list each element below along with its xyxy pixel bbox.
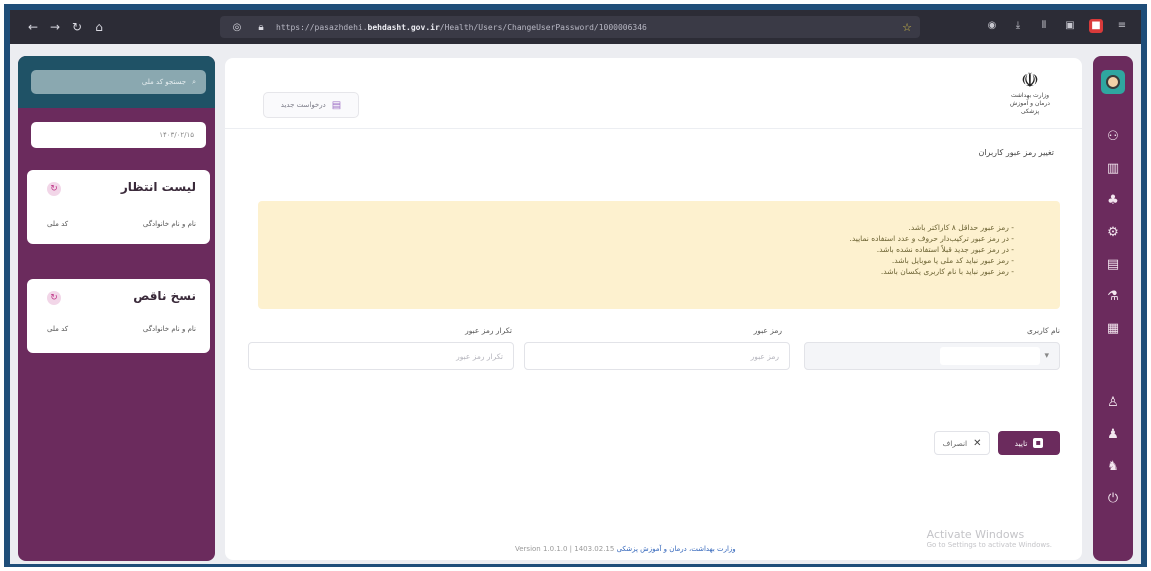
- power-icon[interactable]: ⏻: [1103, 492, 1123, 505]
- address-bar[interactable]: ◎ 🔒︎ https://pasazhdehi.behdasht.gov.ir/…: [220, 16, 920, 38]
- user-key-icon[interactable]: ♟: [1103, 428, 1123, 441]
- avatar[interactable]: [1101, 70, 1125, 94]
- ministry-logo: ☫ وزارت بهداشت درمان و آموزش پزشکی: [1000, 68, 1060, 116]
- user-group-icon[interactable]: ♞: [1103, 460, 1123, 473]
- rule-item: رمز عبور نباید با نام کاربری یکسان باشد.: [258, 266, 1014, 277]
- settings-icon[interactable]: ⚙: [1103, 226, 1123, 239]
- save-icon: ▪: [1033, 438, 1044, 448]
- activate-windows-watermark: Activate Windows Go to Settings to activ…: [927, 528, 1052, 549]
- password-label: رمز عبور: [753, 326, 782, 335]
- building-icon[interactable]: ▥: [1103, 162, 1123, 175]
- close-icon: ✕: [973, 437, 982, 449]
- users-icon[interactable]: ♣: [1103, 194, 1123, 207]
- search-placeholder: جستجو کد ملی: [141, 78, 187, 86]
- lock-icon[interactable]: 🔒︎: [252, 22, 270, 33]
- extension-icon[interactable]: ■: [1089, 19, 1103, 33]
- rule-item: رمز عبور حداقل ۸ کاراکتر باشد.: [258, 222, 1014, 233]
- extensions-bar: ◉ ⤓ ⫴ ▣ ■ ≡: [985, 19, 1129, 33]
- iran-emblem-icon: ☫: [1021, 68, 1039, 92]
- download-icon[interactable]: ⤓: [1011, 19, 1025, 33]
- chevron-down-icon: ▾: [1044, 351, 1049, 361]
- reload-icon[interactable]: ↻: [68, 20, 86, 34]
- column-national-code: کد ملی: [47, 325, 69, 333]
- cancel-label: انصراف: [942, 438, 968, 448]
- report-icon[interactable]: ▦: [1103, 322, 1123, 335]
- username-select-value: [940, 347, 1041, 365]
- confirm-button[interactable]: ▪ تایید: [998, 431, 1060, 455]
- footer-link[interactable]: وزارت بهداشت، درمان و آموزش پزشکی: [617, 545, 736, 553]
- back-icon[interactable]: ←: [24, 20, 42, 34]
- column-name: نام و نام خانوادگی: [142, 325, 196, 333]
- logo-line-2: درمان و آموزش پزشکی: [1010, 100, 1050, 115]
- right-navigation: ⚇ ▥ ♣ ⚙ ▤ ⚗ ▦ ♙ ♟ ♞ ⏻: [1093, 56, 1133, 561]
- password-placeholder: رمز عبور: [750, 351, 779, 361]
- footer-version: Version 1.0.1.0 | 1403.02.15: [515, 545, 615, 553]
- header-divider: [225, 128, 1082, 129]
- column-name: نام و نام خانوادگی: [142, 220, 196, 228]
- refresh-icon[interactable]: ↻: [47, 182, 61, 196]
- rule-item: در رمز عبور ترکیب‌دار حروف و عدد استفاده…: [258, 233, 1014, 244]
- home-icon[interactable]: ⌂: [90, 20, 108, 34]
- document-icon: ▤: [331, 99, 342, 111]
- library-icon[interactable]: ⫴: [1037, 19, 1051, 33]
- pocket-icon[interactable]: ◉: [985, 19, 999, 33]
- forward-icon[interactable]: →: [46, 20, 64, 34]
- page-title: تغییر رمز عبور کاربران: [978, 148, 1054, 157]
- new-request-label: درخواست جدید: [280, 101, 326, 109]
- password-input[interactable]: رمز عبور: [524, 342, 790, 370]
- rule-item: رمز عبور نباید کد ملی یا موبایل باشد.: [258, 255, 1014, 266]
- column-national-code: کد ملی: [47, 220, 69, 228]
- footer: Version 1.0.1.0 | 1403.02.15 وزارت بهداش…: [515, 545, 736, 553]
- shield-icon[interactable]: ◎: [228, 22, 246, 33]
- watermark-subtitle: Go to Settings to activate Windows.: [926, 541, 1052, 549]
- bookmark-star-icon[interactable]: ☆: [902, 21, 912, 34]
- incomplete-prescriptions-title: نسخ ناقص: [133, 289, 196, 303]
- rule-item: در رمز عبور جدید قبلاً استفاده نشده باشد…: [258, 244, 1014, 255]
- password-rules-alert: رمز عبور حداقل ۸ کاراکتر باشد. در رمز عب…: [258, 201, 1060, 309]
- national-code-search[interactable]: ⌕ جستجو کد ملی: [31, 70, 206, 94]
- menu-icon[interactable]: ≡: [1115, 19, 1129, 33]
- logo-line-1: وزارت بهداشت: [1010, 92, 1050, 99]
- confirm-password-placeholder: تکرار رمز عبور: [456, 351, 503, 361]
- waiting-list-card: لیست انتظار ↻ نام و نام خانوادگی کد ملی: [27, 170, 210, 244]
- reader-icon[interactable]: ▣: [1063, 19, 1077, 33]
- url-text[interactable]: https://pasazhdehi.behdasht.gov.ir/Healt…: [276, 23, 647, 32]
- lab-icon[interactable]: ⚗: [1103, 290, 1123, 303]
- browser-toolbar: ← → ↻ ⌂ ◎ 🔒︎ https://pasazhdehi.behdasht…: [10, 10, 1141, 44]
- username-select[interactable]: ▾: [804, 342, 1060, 370]
- clipboard-icon[interactable]: ▤: [1103, 258, 1123, 271]
- search-icon: ⌕: [192, 77, 196, 86]
- main-card: ☫ وزارت بهداشت درمان و آموزش پزشکی درخوا…: [225, 58, 1082, 560]
- date-field[interactable]: ۱۴۰۳/۰۲/۱۵: [31, 122, 206, 148]
- waiting-list-title: لیست انتظار: [120, 180, 196, 194]
- date-value: ۱۴۰۳/۰۲/۱۵: [159, 131, 194, 139]
- username-label: نام کاربری: [1027, 326, 1060, 335]
- left-sidebar: ⌕ جستجو کد ملی ۱۴۰۳/۰۲/۱۵ لیست انتظار ↻ …: [18, 56, 215, 561]
- cancel-button[interactable]: ✕ انصراف: [934, 431, 990, 455]
- confirm-password-input[interactable]: تکرار رمز عبور: [248, 342, 514, 370]
- confirm-label: تایید: [1014, 438, 1028, 448]
- org-chart-icon[interactable]: ⚇: [1103, 130, 1123, 143]
- new-request-button[interactable]: درخواست جدید ▤: [263, 92, 359, 118]
- watermark-title: Activate Windows: [926, 528, 1025, 541]
- user-edit-icon[interactable]: ♙: [1103, 396, 1123, 409]
- incomplete-prescriptions-card: نسخ ناقص ↻ نام و نام خانوادگی کد ملی: [27, 279, 210, 353]
- refresh-icon[interactable]: ↻: [47, 291, 61, 305]
- confirm-password-label: تکرار رمز عبور: [465, 326, 512, 335]
- page-content: ⌕ جستجو کد ملی ۱۴۰۳/۰۲/۱۵ لیست انتظار ↻ …: [10, 44, 1141, 564]
